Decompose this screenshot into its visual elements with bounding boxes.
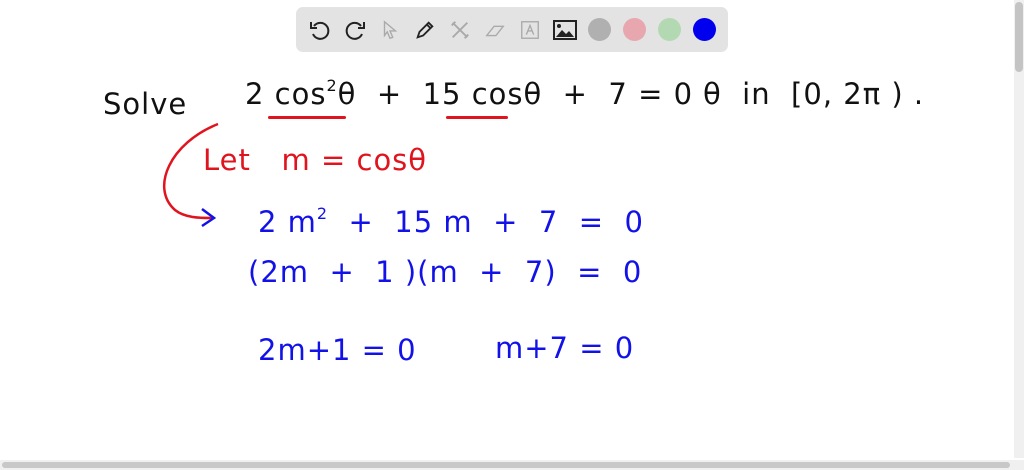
vertical-scrollbar[interactable]	[1014, 0, 1024, 458]
step1-b: + 15 m + 7 = 0	[328, 205, 644, 239]
color-blue[interactable]	[691, 16, 719, 44]
color-gray[interactable]	[586, 16, 614, 44]
equation: 2 cos2θ + 15 cosθ + 7 = 0	[245, 77, 694, 111]
eq-exponent: 2	[326, 76, 338, 95]
step3-left: 2m+1 = 0	[258, 333, 417, 367]
eraser-icon[interactable]	[481, 16, 509, 44]
eq-part1: 2 cos	[245, 77, 327, 111]
horizontal-scrollbar[interactable]	[0, 460, 1024, 470]
vertical-scroll-thumb[interactable]	[1015, 2, 1023, 72]
substitution: Let m = cosθ	[203, 143, 428, 177]
image-icon[interactable]	[551, 16, 579, 44]
redo-icon[interactable]	[341, 16, 369, 44]
text-icon[interactable]	[516, 16, 544, 44]
underline-cos-squared	[268, 116, 346, 119]
step2-factored: (2m + 1 )(m + 7) = 0	[248, 255, 643, 289]
step1-a: 2 m	[258, 205, 317, 239]
step1: 2 m2 + 15 m + 7 = 0	[258, 205, 644, 239]
eq-part2: θ + 15 cosθ + 7 = 0	[337, 77, 694, 111]
pen-icon[interactable]	[411, 16, 439, 44]
step3-right: m+7 = 0	[495, 331, 635, 365]
select-icon[interactable]	[376, 16, 404, 44]
interval: θ in [0, 2π ) .	[703, 77, 925, 111]
step1-exponent: 2	[316, 204, 329, 223]
undo-icon[interactable]	[306, 16, 334, 44]
drawing-toolbar	[296, 7, 728, 52]
color-green[interactable]	[656, 16, 684, 44]
horizontal-scroll-thumb[interactable]	[2, 462, 1010, 468]
tools-icon[interactable]	[446, 16, 474, 44]
color-pink[interactable]	[621, 16, 649, 44]
underline-cos	[446, 116, 508, 119]
solve-label: Solve	[103, 87, 188, 121]
